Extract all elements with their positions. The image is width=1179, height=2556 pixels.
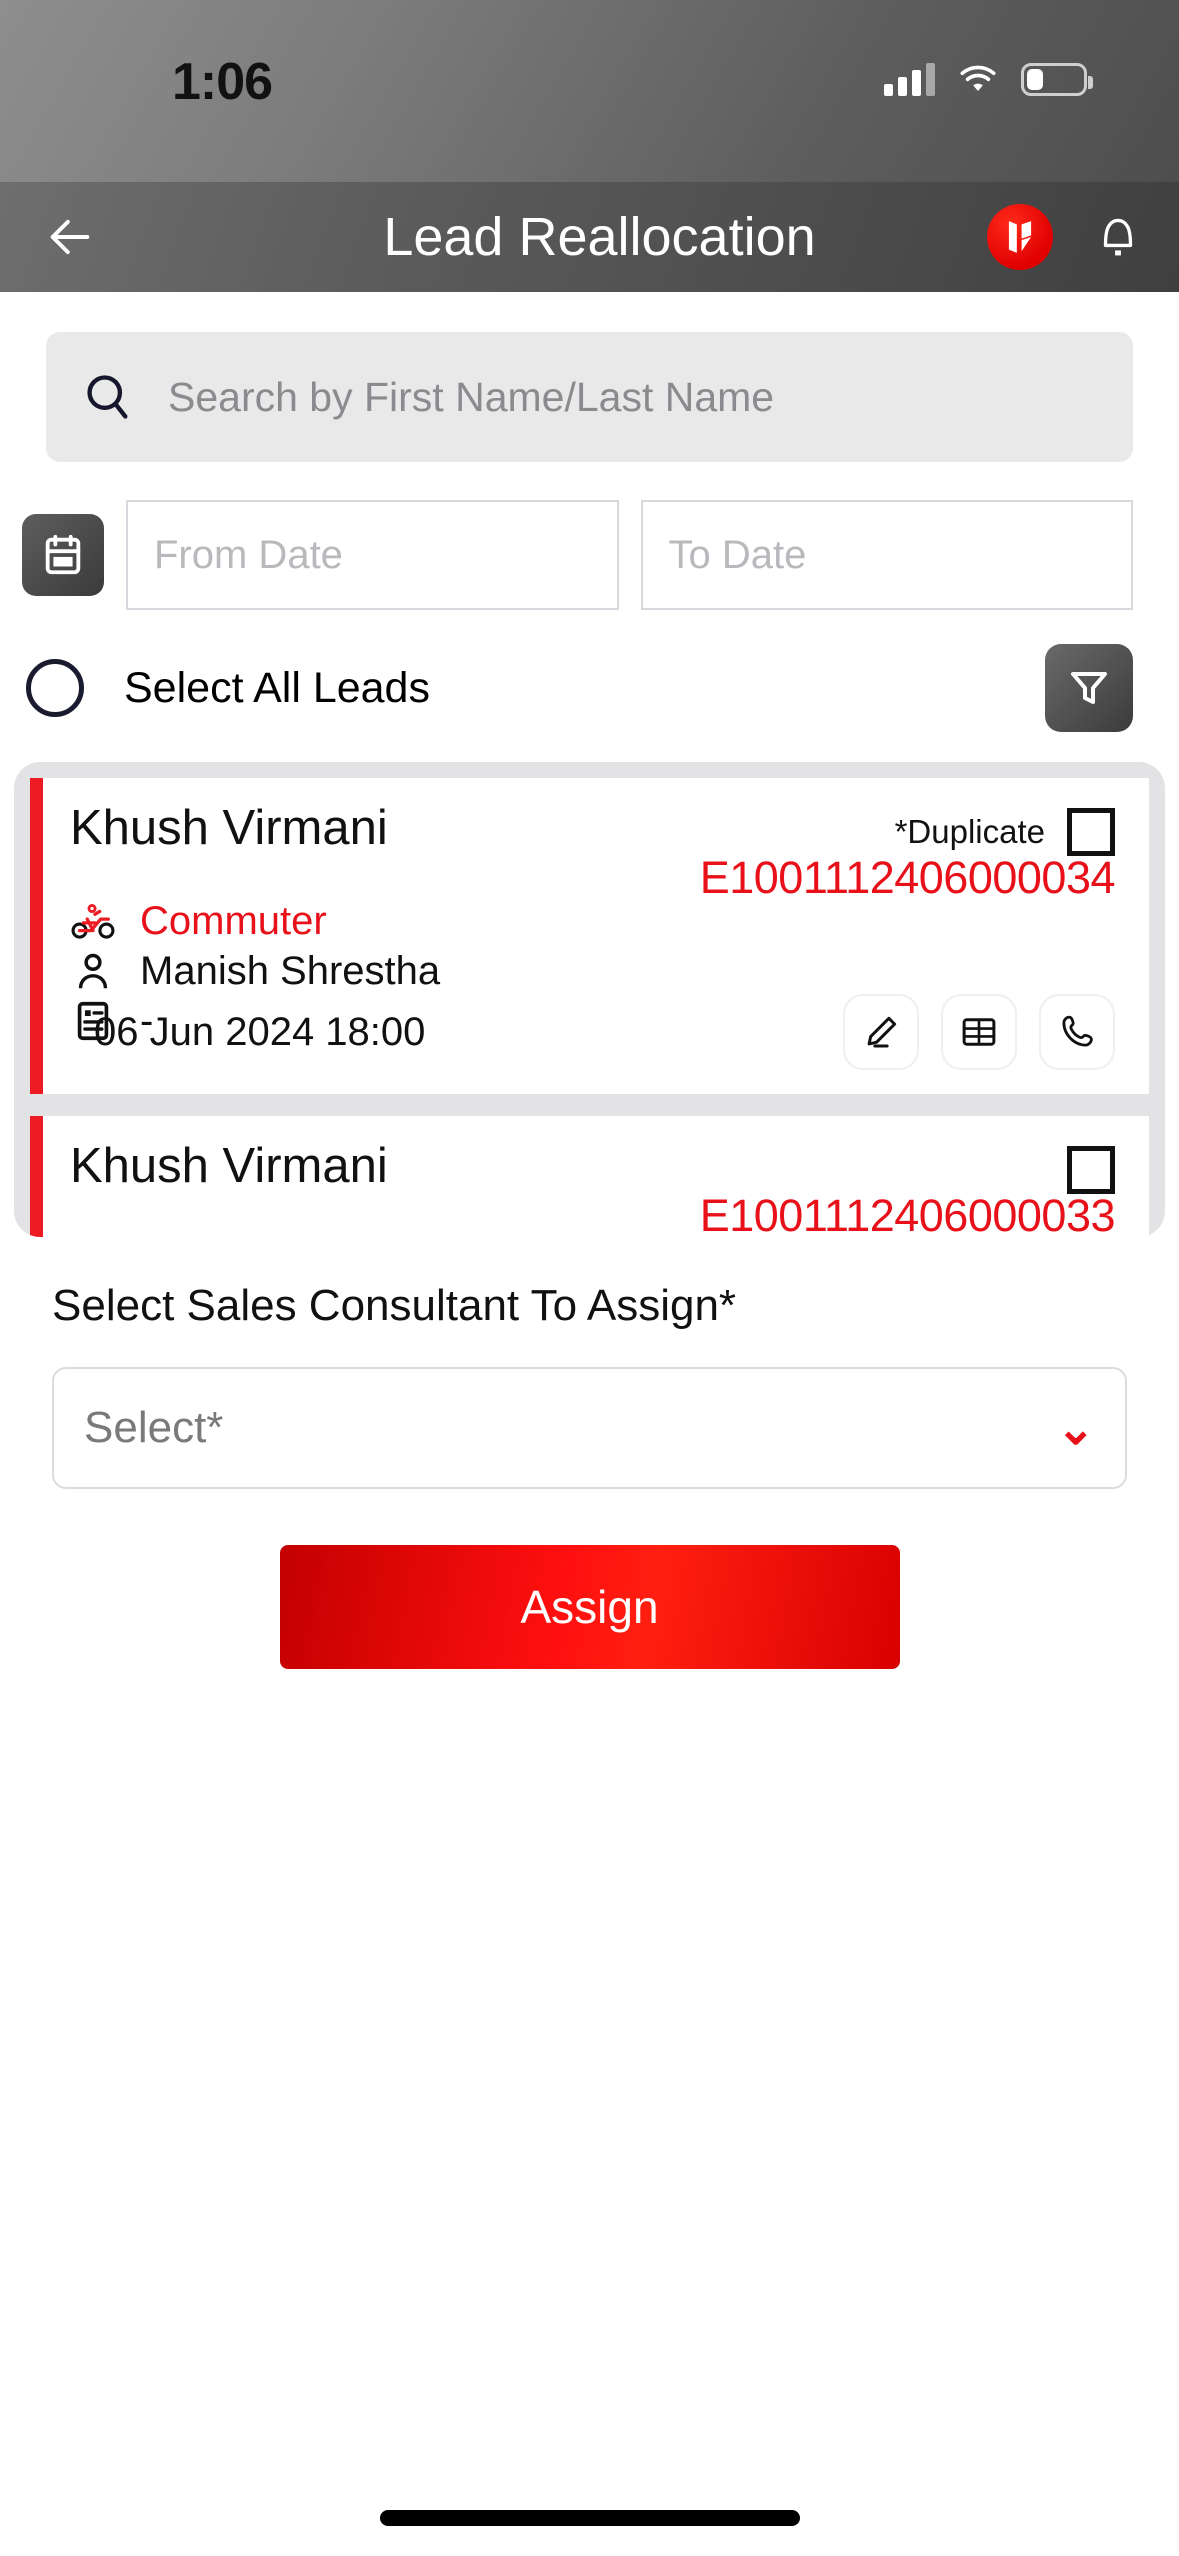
lead-status-stripe xyxy=(30,778,43,1094)
from-date-placeholder: From Date xyxy=(154,532,343,577)
lead-id: E1001112406000033 xyxy=(699,1190,1116,1237)
lead-list[interactable]: Khush Virmani *Duplicate E10011124060000… xyxy=(14,762,1165,1237)
select-all-checkbox[interactable] xyxy=(26,659,84,717)
lead-segment-row: Commuter xyxy=(70,898,1115,944)
calendar-icon xyxy=(45,534,81,575)
lead-segment: Commuter xyxy=(140,898,327,943)
to-date-placeholder: To Date xyxy=(668,532,807,577)
lead-consultant: Manish Shrestha xyxy=(140,948,441,993)
lead-select-checkbox[interactable] xyxy=(1067,1146,1115,1194)
assign-button-row: Assign xyxy=(52,1545,1127,1669)
assign-form: Select Sales Consultant To Assign* Selec… xyxy=(0,1237,1179,1669)
hero-logo-glyph xyxy=(1008,221,1032,253)
motorcycle-icon xyxy=(70,898,116,944)
home-indicator xyxy=(379,2510,800,2526)
lead-card-meta xyxy=(1045,1140,1115,1194)
app-screen: 1:06 Lead Reallocation Search by First N… xyxy=(0,0,1179,2556)
lead-date-line: 06 Jun 2024 18:00 xyxy=(70,1009,426,1058)
from-date-input[interactable]: From Date xyxy=(126,500,619,610)
filter-button[interactable] xyxy=(1045,644,1133,732)
notification-bell-button[interactable] xyxy=(1093,206,1143,269)
status-icons xyxy=(884,62,1093,96)
select-all-label: Select All Leads xyxy=(124,663,430,712)
assign-form-label: Select Sales Consultant To Assign* xyxy=(52,1281,737,1330)
calendar-picker-button[interactable] xyxy=(22,514,104,596)
lead-datetime: 06 Jun 2024 18:00 xyxy=(94,1009,426,1054)
lead-card[interactable]: Khush Virmani *Duplicate E10011124060000… xyxy=(30,778,1149,1094)
select-all-row: Select All Leads xyxy=(0,610,1179,732)
lead-status-stripe xyxy=(30,1116,43,1237)
battery-icon xyxy=(1021,62,1093,96)
chevron-down-icon: ⌄ xyxy=(1056,1402,1095,1454)
lead-segment: Commuter xyxy=(140,1237,327,1238)
call-lead-button[interactable] xyxy=(1039,994,1115,1070)
date-filter-row: From Date To Date xyxy=(0,462,1179,610)
cellular-signal-icon xyxy=(884,62,935,96)
motorcycle-icon xyxy=(70,1236,116,1237)
search-icon xyxy=(87,375,128,419)
hero-logo-icon[interactable] xyxy=(987,204,1053,270)
sales-consultant-select[interactable]: Select* ⌄ xyxy=(52,1367,1127,1489)
lead-card-header: Khush Virmani xyxy=(70,1139,1115,1194)
lead-card-header: Khush Virmani *Duplicate xyxy=(70,801,1115,856)
wifi-icon xyxy=(960,65,996,91)
header-actions xyxy=(987,204,1143,270)
lead-actions xyxy=(843,994,1115,1070)
search-placeholder: Search by First Name/Last Name xyxy=(168,373,775,420)
lead-name: Khush Virmani xyxy=(70,1139,388,1193)
lead-details-table-button[interactable] xyxy=(941,994,1017,1070)
lead-id: E1001112406000034 xyxy=(699,852,1116,903)
status-bar: 1:06 xyxy=(0,0,1179,182)
lead-card[interactable]: Khush Virmani E1001112406000033 Commuter xyxy=(30,1116,1149,1237)
lead-footer-row: 06 Jun 2024 18:00 xyxy=(70,994,1115,1070)
edit-icon xyxy=(867,1016,897,1048)
search-input[interactable]: Search by First Name/Last Name xyxy=(46,332,1133,462)
lead-name: Khush Virmani xyxy=(70,801,388,855)
person-icon xyxy=(70,948,116,994)
search-section: Search by First Name/Last Name xyxy=(0,292,1179,462)
to-date-input[interactable]: To Date xyxy=(640,500,1133,610)
lead-select-checkbox[interactable] xyxy=(1067,808,1115,856)
notification-bell-icon xyxy=(1103,218,1133,255)
sales-consultant-placeholder: Select* xyxy=(84,1403,224,1452)
table-icon xyxy=(962,1018,996,1046)
duplicate-badge: *Duplicate xyxy=(894,813,1045,850)
funnel-filter-icon xyxy=(1071,672,1107,704)
phone-icon xyxy=(1062,1015,1093,1047)
lead-card-meta: *Duplicate xyxy=(895,802,1115,856)
lead-consultant-row: Manish Shrestha xyxy=(70,948,1115,994)
app-header: Lead Reallocation xyxy=(0,182,1179,292)
assign-button[interactable]: Assign xyxy=(279,1545,900,1669)
edit-lead-button[interactable] xyxy=(843,994,919,1070)
status-time: 1:06 xyxy=(172,53,273,111)
